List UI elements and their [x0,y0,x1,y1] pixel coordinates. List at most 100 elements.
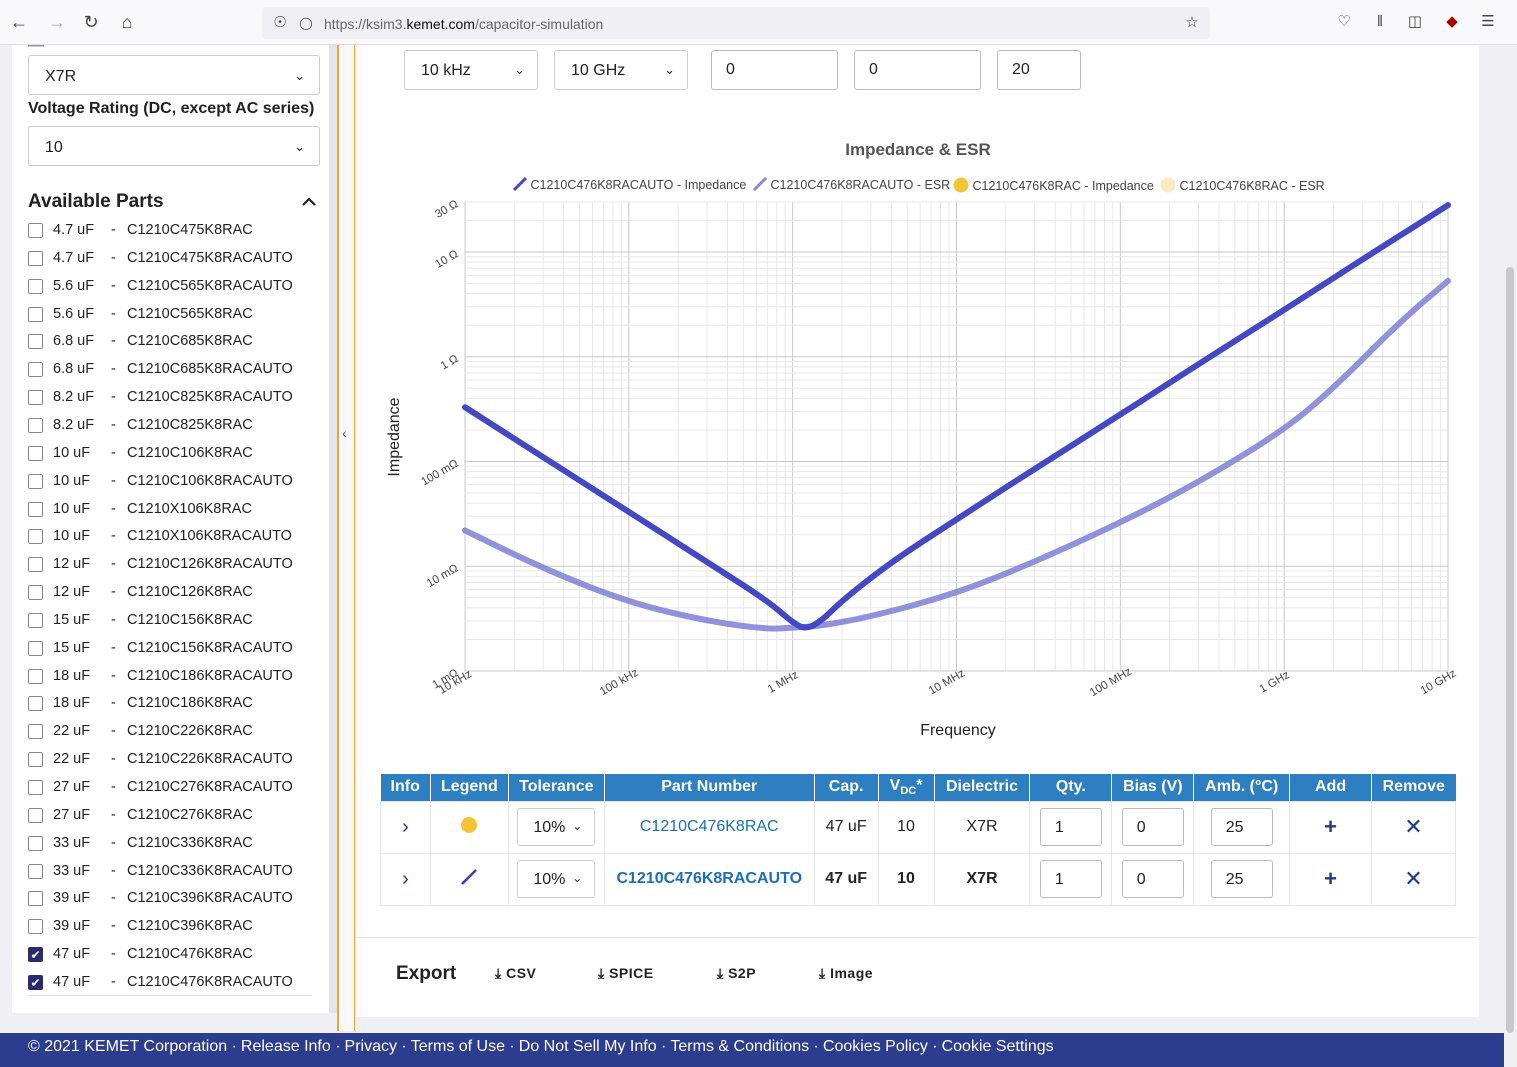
footer-link[interactable]: Do Not Sell My Info · [519,1038,667,1055]
part-capacitance: 15 uF [53,639,91,656]
footer-link[interactable]: Release Info · [241,1038,341,1055]
part-number: C1210C276K8RAC [127,806,253,823]
footer-link[interactable]: Cookie Settings [942,1038,1054,1055]
tolerance-select[interactable]: 10% ⌄ [517,808,596,846]
add-icon[interactable]: + [1289,800,1372,854]
amb-input[interactable]: 25 [1210,808,1273,846]
remove-icon[interactable]: ✕ [1370,800,1457,854]
library-icon[interactable]: ‖ [1370,12,1390,32]
add-icon[interactable]: + [1289,852,1372,906]
footer-link[interactable]: Cookies Policy · [823,1038,938,1055]
checkbox[interactable] [28,891,43,907]
page-scrollbar[interactable] [1503,45,1517,1033]
checkbox[interactable] [28,250,43,266]
field-a-input[interactable]: 0 [711,50,838,90]
panel-divider[interactable]: ‹ [337,45,355,1031]
collapse-left-icon[interactable]: ‹ [342,425,347,441]
export-image-button[interactable]: ⤓ Image [819,965,873,982]
info-expand-icon[interactable]: › [380,852,431,906]
checkbox[interactable] [28,390,43,406]
checkbox[interactable] [28,362,43,378]
sidebar-scrollbar[interactable] [329,45,337,1013]
qty-input[interactable]: 1 [1039,808,1102,846]
reload-icon[interactable]: ↻ [80,11,102,33]
checkbox[interactable] [28,585,43,601]
checkbox[interactable] [28,752,43,768]
legend-line-icon[interactable] [429,852,509,906]
part-number-link[interactable]: C1210C476K8RACAUTO [603,852,815,906]
legend-item-rac-impedance[interactable]: C1210C476K8RAC - Impedance [953,177,1154,193]
checkbox[interactable] [28,724,43,740]
checkbox[interactable] [28,529,43,545]
ublock-icon[interactable]: ◆ [1442,12,1462,32]
footer-link[interactable]: Privacy · [345,1038,407,1055]
export-s2p-button[interactable]: ⤓ S2P [717,965,756,982]
part-number-link[interactable]: C1210C476K8RAC [603,800,815,854]
checkbox[interactable] [28,640,43,656]
checkbox[interactable] [28,417,43,433]
tolerance-cell: 10% ⌄ [507,852,605,906]
legend-item-auto-impedance[interactable]: C1210C476K8RACAUTO - Impedance [512,176,746,192]
dielectric-label-partial: — [28,45,44,54]
info-expand-icon[interactable]: › [380,800,431,854]
part-number: C1210C106K8RACAUTO [127,472,293,489]
checkbox[interactable] [28,668,43,684]
part-capacitance: 8.2 uF [53,389,95,406]
back-icon[interactable]: ← [8,11,30,33]
checkbox-checked[interactable]: ✔ [28,974,43,990]
bias-input[interactable]: 0 [1121,860,1184,898]
export-spice-button[interactable]: ⤓ SPICE [598,965,654,982]
shield-icon[interactable]: ☉ [270,13,290,33]
checkbox[interactable] [28,278,43,294]
checkbox[interactable] [28,445,43,461]
chevron-up-icon[interactable] [300,194,318,208]
impedance-chart[interactable]: 10 kHz 100 kHz 1 MHz 10 MHz 100 MHz 1 GHz 10 G… [357,195,1479,750]
qty-input[interactable]: 1 [1039,860,1102,898]
voltage-select[interactable]: 10 ⌄ [28,126,320,166]
checkbox[interactable] [28,473,43,489]
checkbox[interactable] [28,501,43,517]
legend-dot-icon[interactable] [429,800,509,854]
footer-link[interactable]: Terms & Conditions · [670,1038,819,1055]
pocket-icon[interactable]: ♡ [1334,12,1354,32]
checkbox-checked[interactable]: ✔ [28,947,43,963]
checkbox[interactable] [28,223,43,238]
field-c-input[interactable]: 20 [997,50,1081,90]
checkbox[interactable] [28,612,43,628]
part-number: C1210C476K8RAC [127,946,253,963]
freq-start-select[interactable]: 10 kHz ⌄ [404,50,538,90]
filter-sidebar: — X7R ⌄ Voltage Rating (DC, except AC se… [12,45,329,1013]
tolerance-select[interactable]: 10% ⌄ [517,860,596,898]
home-icon[interactable]: ⌂ [116,11,138,33]
checkbox[interactable] [28,863,43,879]
part-capacitance: 4.7 uF [53,249,95,266]
amb-input[interactable]: 25 [1210,860,1273,898]
address-bar[interactable]: ☉ ◯ https://ksim3.kemet.com/capacitor-si… [262,7,1210,39]
part-number: C1210C825K8RAC [127,416,253,433]
export-csv-button[interactable]: ⤓ CSV [495,965,536,982]
legend-item-rac-esr[interactable]: C1210C476K8RAC - ESR [1160,177,1325,193]
remove-icon[interactable]: ✕ [1370,852,1457,906]
part-capacitance: 10 uF [53,444,91,461]
checkbox[interactable] [28,780,43,795]
field-b-input[interactable]: 0 [854,50,981,90]
dielectric-select[interactable]: X7R ⌄ [28,55,320,95]
bookmark-star-icon[interactable]: ☆ [1182,13,1202,33]
checkbox[interactable] [28,334,43,350]
checkbox[interactable] [28,807,43,823]
bias-input[interactable]: 0 [1121,808,1184,846]
forward-icon[interactable]: → [46,11,68,33]
checkbox[interactable] [28,919,43,935]
checkbox[interactable] [28,557,43,573]
page-scrollbar-thumb[interactable] [1506,267,1514,1033]
checkbox[interactable] [28,696,43,712]
legend-item-auto-esr[interactable]: C1210C476K8RACAUTO - ESR [752,176,950,192]
copyright-text: © 2021 KEMET Corporation · [28,1038,237,1055]
freq-stop-select[interactable]: 10 GHz ⌄ [554,50,688,90]
part-number: C1210X106K8RACAUTO [127,528,292,545]
checkbox[interactable] [28,835,43,851]
checkbox[interactable] [28,306,43,322]
footer-link[interactable]: Terms of Use · [411,1038,515,1055]
sidebar-toggle-icon[interactable]: ◫ [1405,12,1425,32]
menu-icon[interactable]: ☰ [1478,12,1498,32]
